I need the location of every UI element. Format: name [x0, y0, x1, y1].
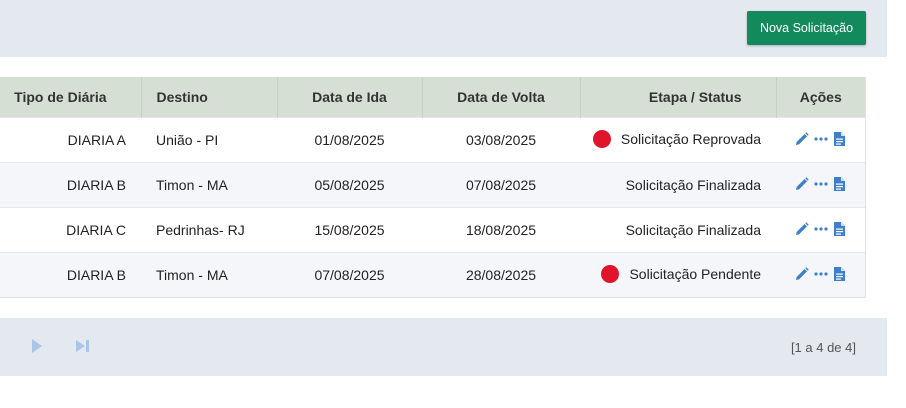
- table-row[interactable]: DIARIA B Timon - MA 05/08/2025 07/08/2025 So…: [0, 162, 865, 208]
- row-actions: [795, 131, 846, 147]
- more-horizontal-icon[interactable]: [814, 226, 828, 232]
- cell-data-ida: 05/08/2025: [277, 162, 422, 208]
- more-horizontal-icon[interactable]: [814, 271, 828, 277]
- cell-status: Solicitação Finalizada: [580, 162, 776, 208]
- more-horizontal-icon[interactable]: [814, 181, 828, 187]
- row-actions: [795, 266, 846, 282]
- cell-data-ida: 01/08/2025: [277, 117, 422, 163]
- cell-data-volta: 03/08/2025: [422, 117, 580, 163]
- top-toolbar: Nova Solicitação: [0, 0, 887, 57]
- cell-data-ida: 07/08/2025: [277, 252, 422, 297]
- pagination-bar: [1 a 4 de 4]: [0, 318, 887, 376]
- status-wrap: Solicitação Finalizada: [626, 177, 761, 193]
- cell-actions: [776, 252, 865, 297]
- header-destino[interactable]: Destino: [141, 77, 278, 118]
- cell-status: Solicitação Reprovada: [580, 117, 776, 163]
- header-etapa-status[interactable]: Etapa / Status: [580, 77, 777, 118]
- document-icon[interactable]: [833, 266, 846, 282]
- more-horizontal-icon[interactable]: [814, 136, 828, 142]
- status-text: Solicitação Finalizada: [625, 177, 761, 193]
- header-acoes: Ações: [776, 77, 865, 118]
- pagination-info: [1 a 4 de 4]: [790, 340, 856, 355]
- status-wrap: Solicitação Finalizada: [626, 222, 761, 238]
- document-icon[interactable]: [833, 176, 846, 192]
- cell-destino: União - PI: [141, 117, 277, 163]
- table-row[interactable]: DIARIA A União - PI 01/08/2025 03/08/2025 So…: [0, 117, 865, 163]
- cell-actions: [776, 117, 865, 163]
- header-tipo-diaria[interactable]: Tipo de Diária: [0, 77, 142, 118]
- cell-data-volta: 28/08/2025: [422, 252, 580, 297]
- cell-destino: Timon - MA: [141, 162, 277, 208]
- header-data-ida[interactable]: Data de Ida: [277, 77, 423, 118]
- status-text: Solicitação Reprovada: [620, 130, 761, 147]
- next-page-icon[interactable]: [30, 338, 44, 359]
- requests-table: Tipo de Diária Destino Data de Ida Data …: [0, 77, 865, 297]
- status-wrap: Solicitação Reprovada: [592, 129, 761, 148]
- table-header-row: Tipo de Diária Destino Data de Ida Data …: [0, 77, 865, 118]
- cell-tipo-diaria: DIARIA B: [0, 162, 141, 208]
- header-data-volta[interactable]: Data de Volta: [422, 77, 581, 118]
- status-indicator-dot: [601, 264, 620, 283]
- document-icon[interactable]: [833, 131, 846, 147]
- cell-tipo-diaria: DIARIA C: [0, 207, 141, 253]
- pencil-icon[interactable]: [795, 222, 809, 236]
- pencil-icon[interactable]: [795, 267, 809, 281]
- new-request-button[interactable]: Nova Solicitação: [747, 11, 866, 45]
- cell-data-volta: 18/08/2025: [422, 207, 580, 253]
- cell-status: Solicitação Finalizada: [580, 207, 776, 253]
- cell-tipo-diaria: DIARIA B: [0, 252, 141, 297]
- cell-status: Solicitação Pendente: [580, 252, 776, 297]
- document-icon[interactable]: [833, 221, 846, 237]
- row-actions: [795, 221, 846, 237]
- status-indicator-dot: [592, 129, 611, 148]
- requests-table-container: Tipo de Diária Destino Data de Ida Data …: [0, 77, 866, 298]
- cell-destino: Timon - MA: [141, 252, 277, 297]
- cell-actions: [776, 162, 865, 208]
- status-text: Solicitação Pendente: [629, 265, 761, 282]
- cell-tipo-diaria: DIARIA A: [0, 117, 141, 163]
- cell-data-volta: 07/08/2025: [422, 162, 580, 208]
- row-actions: [795, 176, 846, 192]
- last-page-icon[interactable]: [74, 338, 92, 359]
- pencil-icon[interactable]: [795, 177, 809, 191]
- table-row[interactable]: DIARIA B Timon - MA 07/08/2025 28/08/2025 So…: [0, 252, 865, 297]
- status-wrap: Solicitação Pendente: [601, 264, 761, 283]
- cell-actions: [776, 207, 865, 253]
- cell-destino: Pedrinhas- RJ: [141, 207, 277, 253]
- cell-data-ida: 15/08/2025: [277, 207, 422, 253]
- table-row[interactable]: DIARIA C Pedrinhas- RJ 15/08/2025 18/08/202…: [0, 207, 865, 253]
- status-text: Solicitação Finalizada: [625, 222, 761, 238]
- pencil-icon[interactable]: [795, 132, 809, 146]
